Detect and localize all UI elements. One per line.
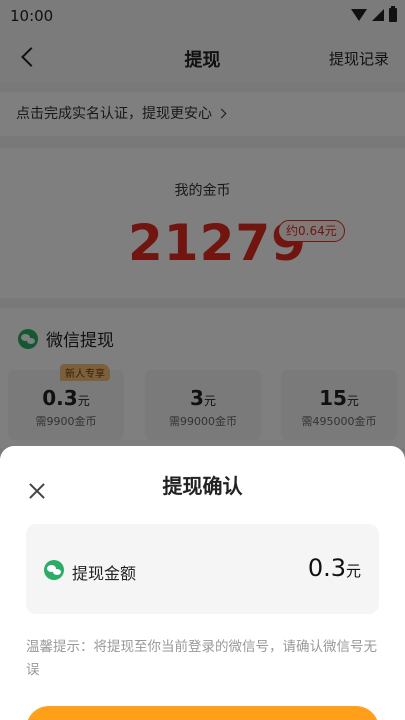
warm-tip: 温馨提示：将提现至你当前登录的微信号，请确认微信号无误	[26, 639, 377, 678]
amount-label: 提现金额	[72, 564, 137, 583]
confirm-withdraw-button[interactable]	[26, 706, 379, 720]
withdraw-confirm-sheet: 提现确认 提现金额 0.3元 温馨提示：将提现至你当前登录的微信号，请确认微信号…	[0, 446, 405, 720]
amount-value: 0.3元	[307, 554, 361, 582]
sheet-title: 提现确认	[162, 474, 243, 498]
wechat-icon	[44, 560, 64, 580]
amount-card: 提现金额 0.3元	[26, 524, 379, 614]
